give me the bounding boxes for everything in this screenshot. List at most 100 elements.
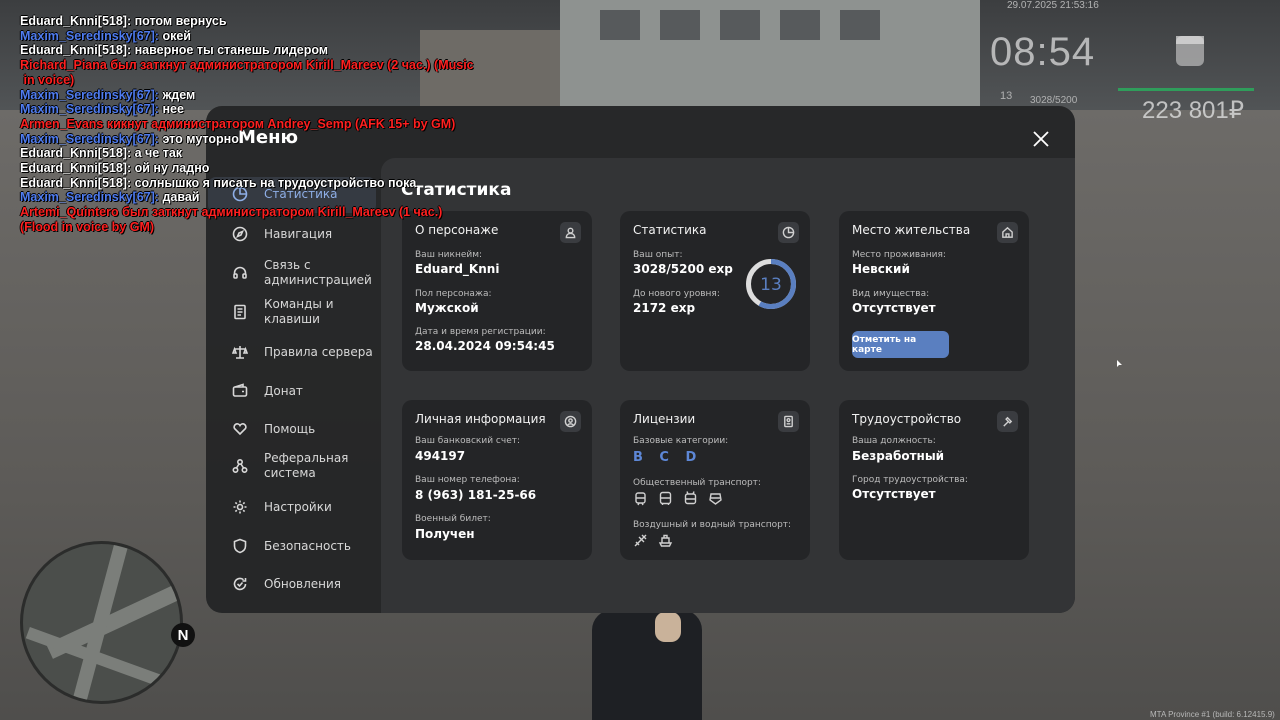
nav-item-donate[interactable]: Донат xyxy=(230,381,380,401)
north-compass-icon: N xyxy=(171,623,195,647)
nav-label: Реферальная система xyxy=(264,451,349,480)
hud-clock: 08:54 xyxy=(990,30,1096,74)
bank-account-value: 494197 xyxy=(415,449,466,463)
public-transport-label: Общественный транспорт: xyxy=(633,478,761,488)
card-title: Трудоустройство xyxy=(852,412,962,426)
fist-weapon-icon xyxy=(1176,36,1204,66)
card-stats: Статистика Ваш опыт: 3028/5200 exp До но… xyxy=(620,211,810,371)
bank-account-label: Ваш банковский счет: xyxy=(415,436,521,446)
position-label: Ваша должность: xyxy=(852,436,936,446)
residence-label: Место проживания: xyxy=(852,250,946,260)
mark-on-map-button[interactable]: Отметить на карте xyxy=(852,331,949,358)
nickname-value: Eduard_Knni xyxy=(415,262,500,276)
build-info: MTA Province #1 (build: 6.12415.9) xyxy=(1150,710,1275,719)
military-value: Получен xyxy=(415,527,475,541)
military-label: Военный билет: xyxy=(415,514,491,524)
level-number: 13 xyxy=(760,275,782,295)
property-value: Отсутствует xyxy=(852,301,936,315)
card-title: Место жительства xyxy=(852,223,971,237)
chat-line: Armen_Evans кикнут администратором Andre… xyxy=(20,116,456,131)
chat-line: Richard_Piana был заткнут администраторо… xyxy=(20,58,474,73)
home-icon xyxy=(997,222,1018,243)
next-level-label: До нового уровня: xyxy=(633,289,720,299)
health-bar xyxy=(1118,88,1254,91)
nav-item-commands[interactable]: Команды и клавиши xyxy=(230,297,380,327)
position-value: Безработный xyxy=(852,449,945,463)
nickname-label: Ваш никнейм: xyxy=(415,250,483,260)
tram-icon xyxy=(635,492,646,506)
nav-label: Обновления xyxy=(264,576,342,591)
nav-label: Правила сервера xyxy=(264,344,373,359)
pie-chart-icon xyxy=(778,222,799,243)
mouse-cursor-icon xyxy=(1117,360,1122,367)
chat-line: Maxim_Seredinsky[67]: окей xyxy=(20,28,191,43)
nav-label: Команды и клавиши xyxy=(264,297,334,326)
headset-icon xyxy=(230,263,250,283)
phone-label: Ваш номер телефона: xyxy=(415,475,520,485)
next-level-value: 2172 exp xyxy=(633,301,696,315)
nav-item-referral[interactable]: Реферальная система xyxy=(230,451,380,481)
gear-icon xyxy=(230,497,250,517)
scales-icon xyxy=(230,342,250,362)
air-water-transport-icons xyxy=(633,533,673,548)
card-character: О персонаже Ваш никнейм: Eduard_Knni Пол… xyxy=(402,211,592,371)
nav-label: Донат xyxy=(264,383,303,398)
hud-exp: 3028/5200 xyxy=(1030,95,1078,106)
chat-line: Maxim_Seredinsky[67]: ждем xyxy=(20,87,196,102)
ship-icon xyxy=(658,534,673,547)
nav-item-updates[interactable]: Обновления xyxy=(230,574,380,594)
job-city-value: Отсутствует xyxy=(852,487,936,501)
nav-label: Помощь xyxy=(264,421,316,436)
chat-line: Eduard_Knni[518]: ой ну ладно xyxy=(20,161,210,176)
close-icon xyxy=(1033,131,1049,147)
nav-item-rules[interactable]: Правила сервера xyxy=(230,342,380,362)
card-title: Статистика xyxy=(633,223,707,237)
nav-item-settings[interactable]: Настройки xyxy=(230,497,380,517)
nav-item-help[interactable]: Помощь xyxy=(230,419,380,439)
job-city-label: Город трудоустройства: xyxy=(852,475,968,485)
registration-label: Дата и время регистрации: xyxy=(415,327,546,337)
refresh-check-icon xyxy=(230,574,250,594)
nav-item-contact-admin[interactable]: Связь с администрацией xyxy=(230,258,380,288)
card-licenses: Лицензии Базовые категории: B C D Общест… xyxy=(620,400,810,560)
nav-item-security[interactable]: Безопасность xyxy=(230,536,380,556)
nav-label: Безопасность xyxy=(264,538,351,553)
nav-label: Связь с администрацией xyxy=(264,258,372,287)
phone-value: 8 (963) 181-25-66 xyxy=(415,488,537,502)
player-character xyxy=(592,610,702,720)
hud-money: 223 801₽ xyxy=(1142,97,1245,124)
hud-date: 29.07.2025 21:53:16 xyxy=(1007,0,1099,11)
wallet-icon xyxy=(230,381,250,401)
chat-log: Eduard_Knni[518]: потом вернусь Maxim_Ser… xyxy=(20,14,540,235)
property-label: Вид имущества: xyxy=(852,289,930,299)
id-card-icon xyxy=(778,411,799,432)
chat-line: Eduard_Knni[518]: а че так xyxy=(20,146,183,161)
chat-line: Maxim_Seredinsky[67]: это муторно xyxy=(20,131,239,146)
close-button[interactable] xyxy=(1030,128,1052,150)
network-icon xyxy=(230,456,250,476)
minimap xyxy=(20,541,183,704)
base-categories-label: Базовые категории: xyxy=(633,436,729,446)
card-employment: Трудоустройство Ваша должность: Безработ… xyxy=(839,400,1029,560)
base-categories-value: B C D xyxy=(633,450,703,465)
hud-level: 13 xyxy=(1000,90,1013,102)
chat-line: Eduard_Knni[518]: наверное ты станешь ли… xyxy=(20,43,329,58)
user-circle-icon xyxy=(560,411,581,432)
document-icon xyxy=(230,302,250,322)
public-transport-icons xyxy=(633,491,723,506)
card-title: Личная информация xyxy=(415,412,546,426)
air-water-transport-label: Воздушный и водный транспорт: xyxy=(633,520,792,530)
registration-value: 28.04.2024 09:54:45 xyxy=(415,339,555,353)
exp-value: 3028/5200 exp xyxy=(633,262,733,276)
nav-label: Настройки xyxy=(264,499,332,514)
heart-hand-icon xyxy=(230,419,250,439)
user-icon xyxy=(560,222,581,243)
trolleybus-icon xyxy=(684,491,697,505)
residence-value: Невский xyxy=(852,262,910,276)
bus-front-icon xyxy=(709,493,722,505)
card-title: Лицензии xyxy=(633,412,696,426)
hammer-icon xyxy=(997,411,1018,432)
exp-label: Ваш опыт: xyxy=(633,250,683,260)
plane-icon xyxy=(634,534,647,547)
chat-line: Eduard_Knni[518]: солнышко я писать на т… xyxy=(20,175,417,190)
